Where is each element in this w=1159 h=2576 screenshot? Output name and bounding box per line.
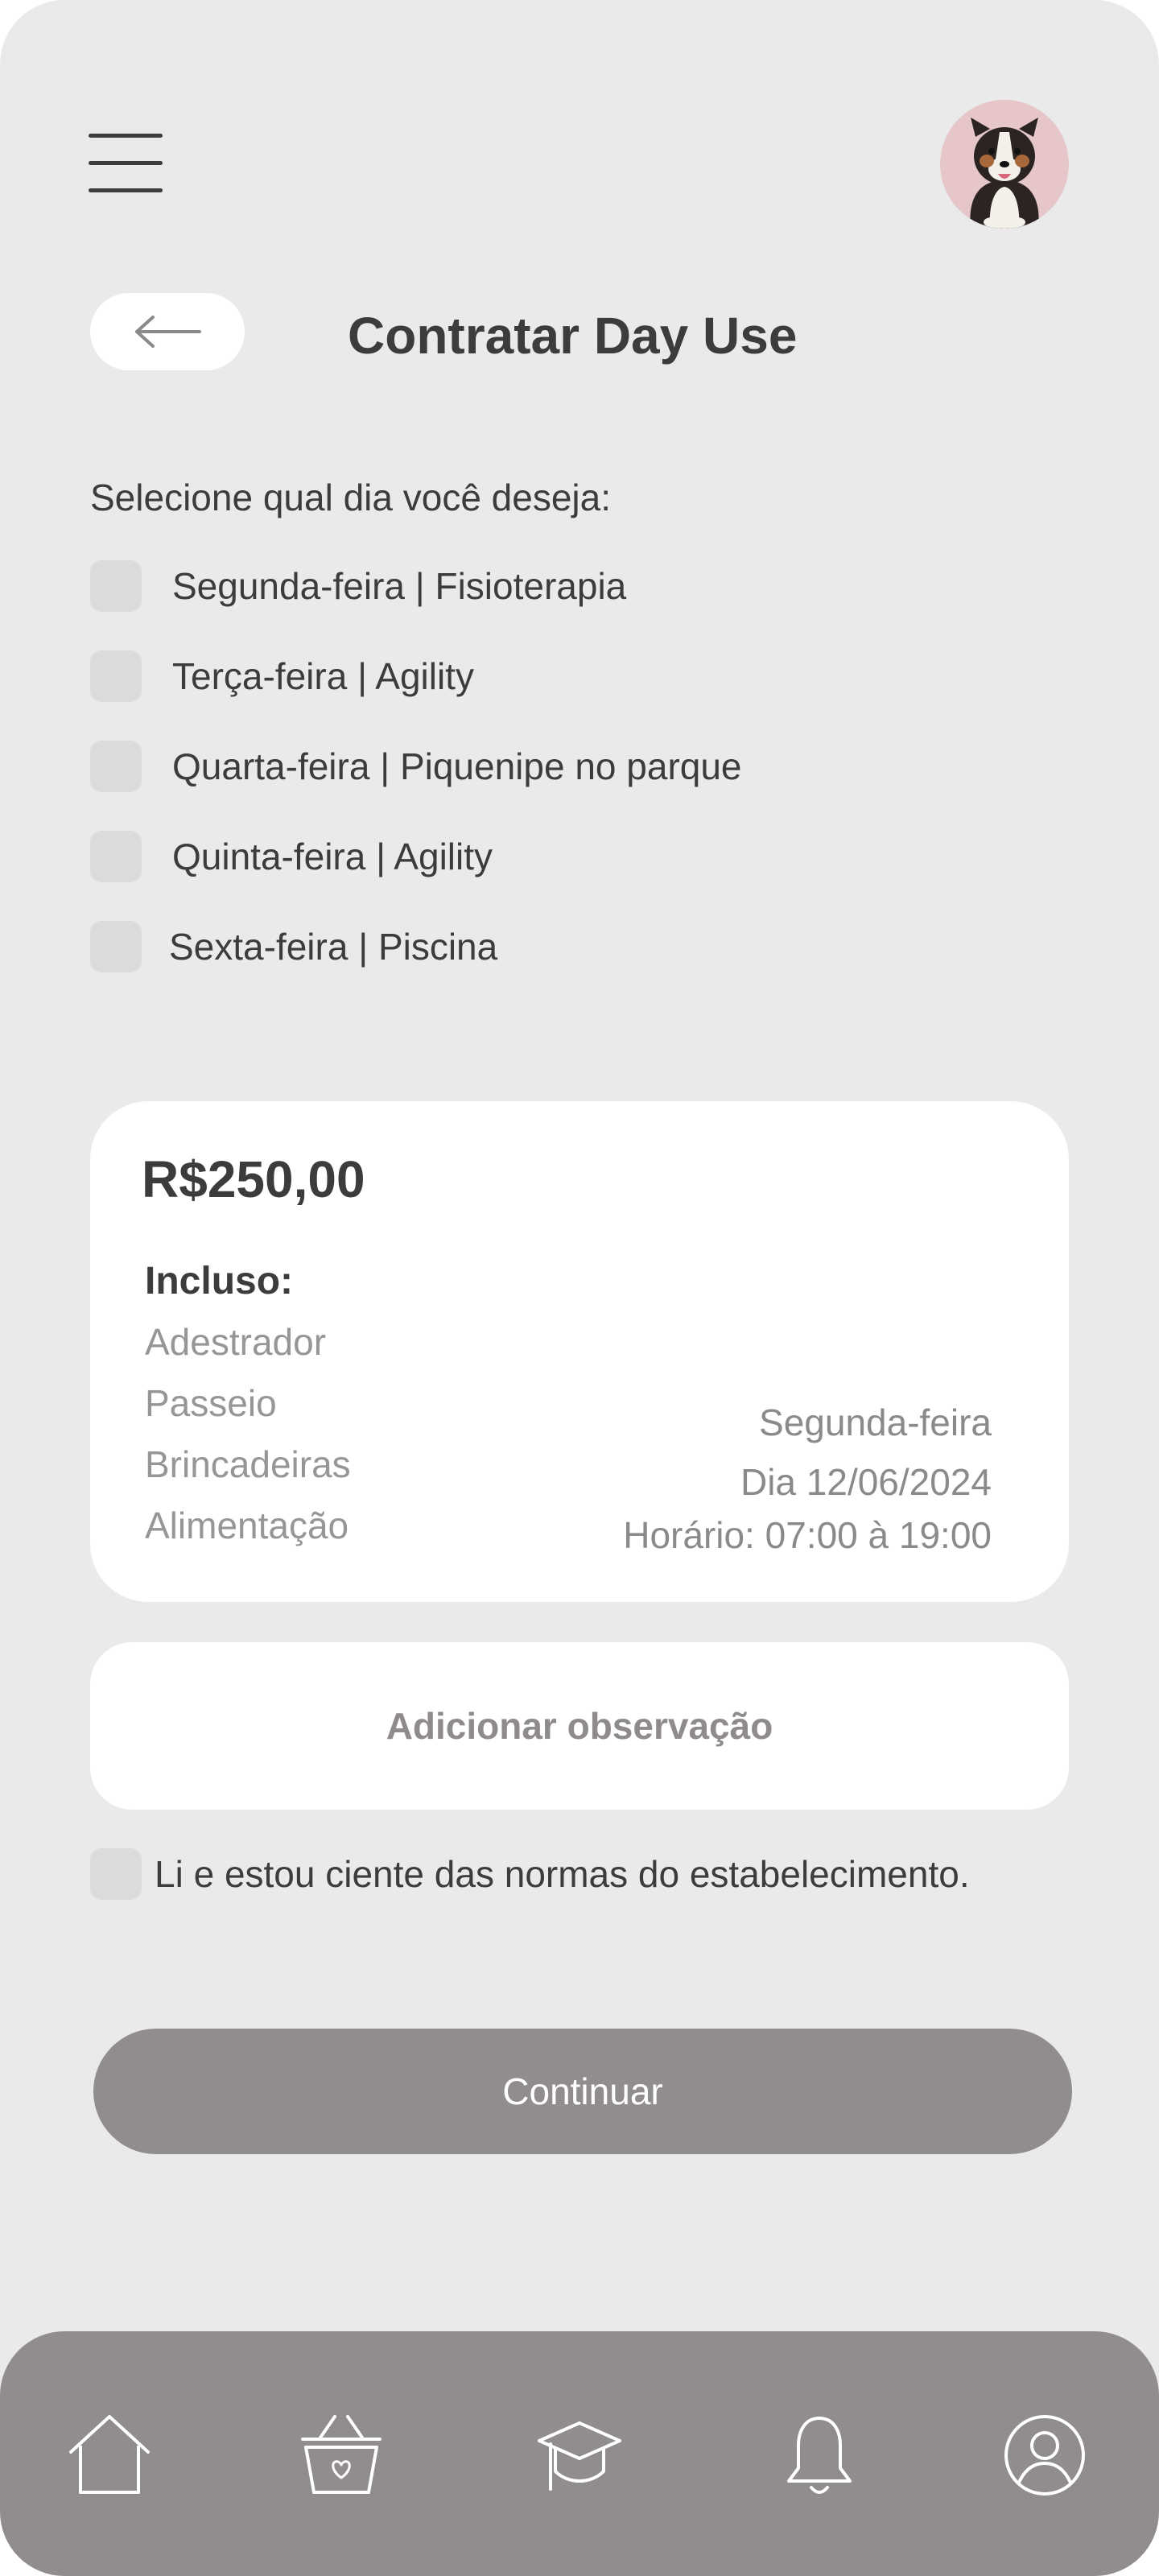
included-item: Brincadeiras [145, 1443, 351, 1485]
day-option-label: Quinta-feira | Agility [172, 836, 493, 877]
arrow-left-icon [135, 316, 201, 348]
terms-checkbox[interactable] [90, 1848, 142, 1900]
price: R$250,00 [142, 1150, 365, 1208]
back-button[interactable] [90, 293, 245, 370]
day-question: Selecione qual dia você deseja: [90, 477, 612, 518]
hamburger-menu-icon[interactable] [89, 134, 163, 193]
phone-screen: Contratar Day Use Selecione qual dia voc… [0, 0, 1159, 2576]
day-option-label: Segunda-feira | Fisioterapia [172, 565, 627, 607]
terms-label: Li e estou ciente das normas do estabele… [155, 1853, 970, 1895]
included-item: Adestrador [145, 1321, 327, 1363]
price-summary-card: R$250,00 Incluso: Adestrador Passeio Bri… [90, 1101, 1069, 1602]
schedule-date: Dia 12/06/2024 [740, 1461, 992, 1503]
dog-avatar-icon [970, 118, 1039, 229]
bell-icon[interactable] [776, 2412, 863, 2499]
bottom-nav [0, 2331, 1159, 2576]
included-item: Passeio [145, 1382, 277, 1424]
included-title: Incluso: [145, 1260, 294, 1302]
schedule-day: Segunda-feira [759, 1402, 992, 1443]
checkbox[interactable] [90, 741, 142, 792]
pet-shop-basket-icon[interactable] [298, 2412, 385, 2499]
terms-agreement[interactable]: Li e estou ciente das normas do estabele… [90, 1848, 970, 1900]
day-option-sexta[interactable]: Sexta-feira | Piscina [90, 921, 497, 972]
checkbox[interactable] [90, 831, 142, 882]
page-title: Contratar Day Use [348, 307, 798, 365]
schedule-time: Horário: 07:00 à 19:00 [623, 1514, 992, 1556]
checkbox[interactable] [90, 921, 142, 972]
graduation-cap-icon[interactable] [536, 2412, 623, 2499]
day-option-label: Sexta-feira | Piscina [169, 926, 498, 968]
checkbox[interactable] [90, 650, 142, 702]
day-option-quinta[interactable]: Quinta-feira | Agility [90, 831, 493, 882]
user-icon[interactable] [1001, 2412, 1088, 2499]
day-option-segunda[interactable]: Segunda-feira | Fisioterapia [90, 560, 626, 612]
avatar[interactable] [940, 100, 1069, 229]
checkbox[interactable] [90, 560, 142, 612]
day-option-quarta[interactable]: Quarta-feira | Piquenipe no parque [90, 741, 742, 792]
add-observation-button[interactable]: Adicionar observação [90, 1642, 1069, 1810]
included-item: Alimentação [145, 1505, 349, 1546]
day-option-label: Quarta-feira | Piquenipe no parque [172, 745, 742, 787]
home-icon[interactable] [66, 2412, 153, 2499]
continue-button[interactable]: Continuar [93, 2029, 1072, 2154]
day-option-label: Terça-feira | Agility [172, 655, 474, 697]
day-option-terca[interactable]: Terça-feira | Agility [90, 650, 474, 702]
